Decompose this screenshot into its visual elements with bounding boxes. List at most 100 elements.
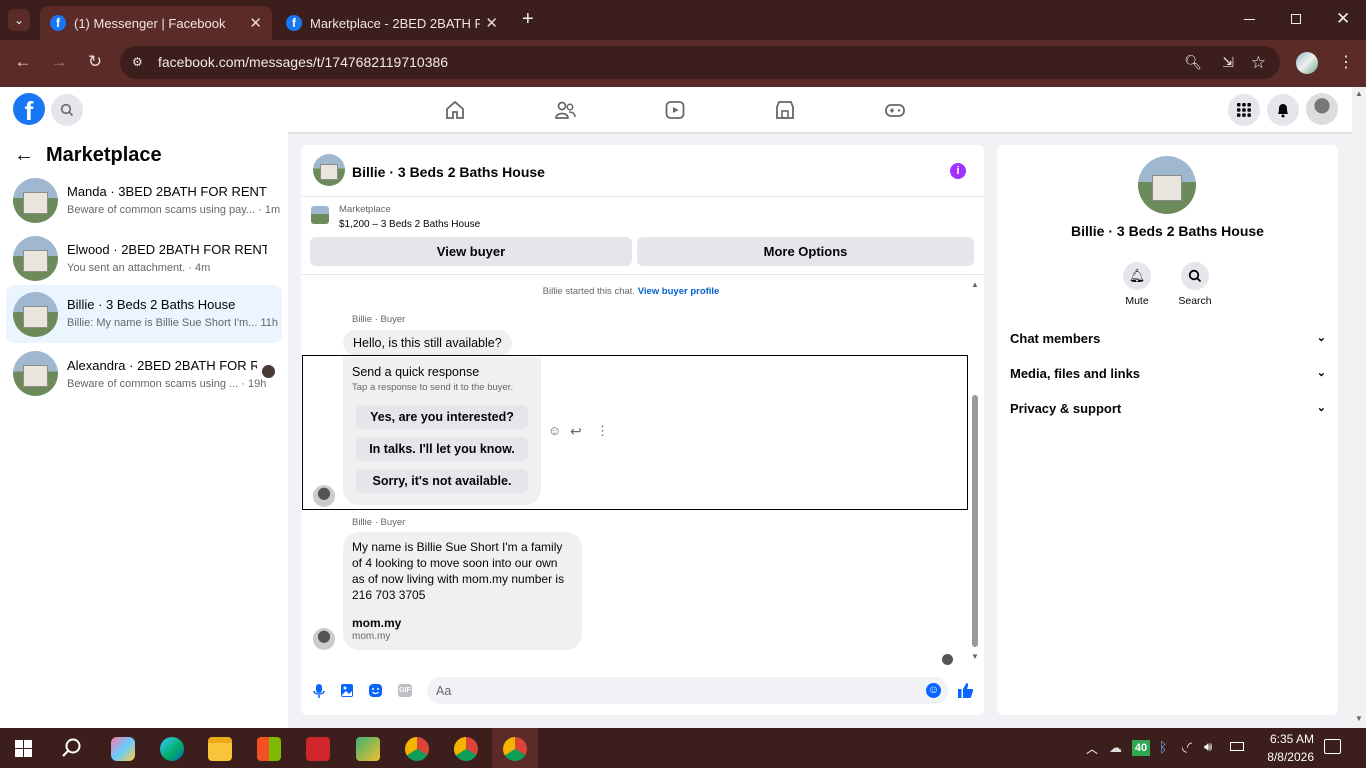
- message-bubble[interactable]: Hello, is this still available?: [343, 330, 512, 356]
- details-avatar: [1138, 156, 1196, 214]
- windows-start-icon[interactable]: [15, 740, 32, 757]
- chrome-icon[interactable]: [454, 737, 478, 761]
- store-icon[interactable]: [257, 737, 281, 761]
- notifications-center-icon[interactable]: [1324, 739, 1341, 754]
- app-icon[interactable]: [306, 737, 330, 761]
- sender-label: Billie · Buyer: [352, 314, 406, 325]
- more-actions-icon[interactable]: ⋮: [596, 423, 609, 439]
- restore-icon[interactable]: [1291, 14, 1301, 24]
- gaming-icon[interactable]: [884, 99, 906, 121]
- clock-date[interactable]: 8/8/2026: [1252, 750, 1314, 764]
- bookmark-star-icon[interactable]: ☆: [1251, 46, 1266, 79]
- home-icon[interactable]: [444, 99, 466, 121]
- url-field[interactable]: ⚙ facebook.com/messages/t/17476821197103…: [120, 46, 1280, 79]
- link-title[interactable]: mom.my: [352, 615, 573, 631]
- profile-avatar-icon[interactable]: [1296, 52, 1318, 74]
- bluetooth-icon[interactable]: ᛒ: [1159, 739, 1167, 755]
- reload-icon[interactable]: ↻: [84, 52, 106, 72]
- site-info-icon[interactable]: ⚙: [132, 46, 143, 79]
- message-input[interactable]: Aa ☺: [427, 677, 948, 704]
- scroll-thumb[interactable]: [972, 395, 978, 647]
- mute-button[interactable]: 🔔︎ Mute: [1122, 262, 1152, 307]
- listing-banner[interactable]: Marketplace $1,200 – 3 Beds 2 Baths Hous…: [301, 197, 984, 233]
- view-buyer-profile-link[interactable]: View buyer profile: [638, 286, 720, 297]
- conversation-item[interactable]: Manda · 3BED 2BATH FOR RENT Beware of co…: [6, 174, 282, 232]
- tab-messenger[interactable]: f (1) Messenger | Facebook ✕: [40, 6, 272, 40]
- section-privacy-support[interactable]: Privacy & support ⌄: [1010, 401, 1326, 416]
- read-receipt-avatar: [942, 654, 953, 665]
- scroll-down-arrow-icon[interactable]: ▼: [971, 652, 979, 661]
- thumbs-up-icon[interactable]: [957, 682, 974, 699]
- wifi-icon[interactable]: ◟◜: [1182, 739, 1192, 755]
- facebook-favicon-icon: f: [286, 15, 302, 31]
- quick-response-option[interactable]: Yes, are you interested?: [356, 405, 528, 429]
- close-tab-icon[interactable]: ✕: [249, 14, 262, 32]
- tray-chevron-icon[interactable]: ︿: [1086, 740, 1098, 757]
- friends-icon[interactable]: [554, 99, 576, 121]
- gif-icon[interactable]: GIF: [398, 684, 412, 697]
- battery-icon[interactable]: [1230, 742, 1244, 751]
- forward-icon[interactable]: →: [48, 52, 70, 72]
- video-icon[interactable]: [664, 99, 686, 121]
- page-scrollbar[interactable]: ▲ ▼: [1352, 87, 1366, 728]
- view-buyer-button[interactable]: View buyer: [310, 237, 632, 266]
- sticker-icon[interactable]: [368, 683, 383, 698]
- microphone-icon[interactable]: [312, 683, 326, 699]
- file-explorer-icon[interactable]: [208, 737, 232, 761]
- address-bar-area: ← → ↻ ⚙ facebook.com/messages/t/17476821…: [0, 40, 1366, 87]
- facebook-logo-icon[interactable]: f: [13, 93, 45, 126]
- conversation-preview: Beware of common scams using ... · 19h: [67, 378, 267, 390]
- zoom-icon[interactable]: 🔍︎: [1184, 46, 1202, 79]
- account-avatar[interactable]: [1306, 93, 1338, 125]
- chat-avatar[interactable]: [313, 154, 345, 186]
- menu-button[interactable]: [1228, 94, 1260, 126]
- message-bubble[interactable]: My name is Billie Sue Short I'm a family…: [343, 532, 582, 650]
- mute-label: Mute: [1125, 295, 1149, 307]
- url-text: facebook.com/messages/t/1747682119710386: [158, 54, 449, 70]
- tab-search-button[interactable]: ⌄: [8, 9, 30, 31]
- quick-response-option[interactable]: In talks. I'll let you know.: [356, 437, 528, 461]
- search-chat-button[interactable]: Search: [1177, 262, 1213, 307]
- reply-icon[interactable]: ↩: [570, 423, 582, 440]
- notification-badge[interactable]: 40: [1132, 740, 1150, 756]
- tab-marketplace[interactable]: f Marketplace - 2BED 2BATH FOR ✕: [276, 6, 508, 40]
- close-tab-icon[interactable]: ✕: [485, 14, 498, 32]
- quick-response-option[interactable]: Sorry, it's not available.: [356, 469, 528, 493]
- back-arrow-icon[interactable]: ←: [14, 144, 34, 167]
- browser-menu-icon[interactable]: ⋮: [1338, 52, 1354, 72]
- chat-scrollbar[interactable]: ▲ ▼: [971, 280, 979, 661]
- scroll-up-arrow-icon[interactable]: ▲: [971, 280, 979, 289]
- search-label: Search: [1178, 295, 1212, 307]
- search-button[interactable]: [51, 94, 83, 126]
- section-chat-members[interactable]: Chat members ⌄: [1010, 331, 1326, 346]
- weather-icon[interactable]: ☁: [1109, 740, 1122, 756]
- install-app-icon[interactable]: ⇲: [1222, 46, 1234, 79]
- taskbar-search-icon[interactable]: [61, 737, 83, 759]
- page-scroll-up-icon[interactable]: ▲: [1355, 89, 1363, 98]
- close-window-icon[interactable]: ✕: [1336, 9, 1350, 29]
- minimize-icon[interactable]: [1244, 19, 1255, 20]
- photo-icon[interactable]: [340, 683, 354, 698]
- notifications-button[interactable]: [1267, 94, 1299, 126]
- chat-title[interactable]: Billie · 3 Beds 2 Baths House: [352, 164, 545, 180]
- volume-icon[interactable]: 🔊︎: [1204, 739, 1212, 755]
- edge-icon[interactable]: [160, 737, 184, 761]
- react-emoji-icon[interactable]: ☺: [548, 423, 561, 438]
- clock-time[interactable]: 6:35 AM: [1252, 732, 1314, 746]
- copilot-icon[interactable]: [111, 737, 135, 761]
- page-scroll-down-icon[interactable]: ▼: [1355, 714, 1363, 723]
- conversation-item[interactable]: Elwood · 2BED 2BATH FOR RENT You sent an…: [6, 232, 282, 290]
- info-icon[interactable]: i: [950, 163, 966, 179]
- new-tab-button[interactable]: +: [522, 8, 534, 31]
- app-icon[interactable]: [356, 737, 380, 761]
- conversation-item-selected[interactable]: Billie · 3 Beds 2 Baths House Billie: My…: [6, 285, 282, 343]
- active-app-highlight[interactable]: [492, 728, 538, 768]
- chat-start-note: Billie started this chat. View buyer pro…: [542, 286, 720, 297]
- chrome-icon[interactable]: [405, 737, 429, 761]
- conversation-item[interactable]: Alexandra · 2BED 2BATH FOR RE... Beware …: [6, 348, 282, 406]
- marketplace-icon[interactable]: [774, 99, 796, 121]
- back-icon[interactable]: ←: [12, 52, 34, 72]
- section-media-files-links[interactable]: Media, files and links ⌄: [1010, 366, 1326, 381]
- more-options-button[interactable]: More Options: [637, 237, 974, 266]
- emoji-icon[interactable]: ☺: [926, 683, 941, 698]
